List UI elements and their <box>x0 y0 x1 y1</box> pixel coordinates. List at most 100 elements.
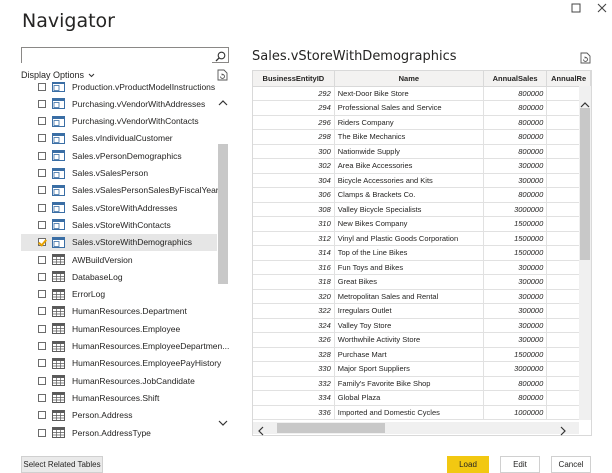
tree-item-label: Sales.vStoreWithContacts <box>72 219 171 230</box>
column-header[interactable]: Name <box>334 71 484 87</box>
tree-item[interactable]: Production.vProductModelInstructions <box>21 82 217 95</box>
tree-item-label: Production.vProductModelInstructions <box>72 82 216 92</box>
cancel-button[interactable]: Cancel <box>551 456 591 473</box>
tree-scrollbar[interactable] <box>217 82 229 438</box>
checkbox[interactable] <box>38 359 46 368</box>
table-row: 302 Area Bike Accessories 300000 <box>253 158 591 174</box>
table-row: 326 Worthwhile Activity Store 300000 <box>253 332 591 348</box>
table-icon <box>52 305 65 317</box>
table-cell: 800000 <box>483 129 548 145</box>
table-cell: Clamps & Brackets Co. <box>334 187 484 203</box>
checkbox[interactable] <box>38 117 46 126</box>
tree-item[interactable]: Sales.vSalesPerson <box>21 165 217 182</box>
tree-item[interactable]: Purchasing.vVendorWithAddresses <box>21 95 217 112</box>
tree-item-label: Sales.vSalesPersonSalesByFiscalYears <box>72 185 223 196</box>
checkbox[interactable] <box>38 220 46 229</box>
table-cell: The Bike Mechanics <box>334 129 484 145</box>
chevron-right-icon[interactable] <box>559 423 567 441</box>
checkbox[interactable] <box>38 290 46 299</box>
tree-item-label: HumanResources.Department <box>72 306 187 317</box>
table-cell: 800000 <box>483 115 548 130</box>
table-cell: Valley Bicycle Specialists <box>334 202 484 217</box>
tree-item-label: Person.Address <box>72 410 133 421</box>
tree-item[interactable]: Sales.vSalesPersonSalesByFiscalYears <box>21 182 223 199</box>
chevron-down-icon[interactable] <box>218 414 228 426</box>
select-related-tables-button[interactable]: Select Related Tables <box>21 456 103 473</box>
tree-item-label: ErrorLog <box>72 289 106 300</box>
tree-item[interactable]: Sales.vStoreWithDemographics <box>21 233 217 251</box>
checkbox[interactable] <box>38 376 46 385</box>
table-cell: Great Bikes <box>334 274 484 290</box>
tree-item[interactable]: Sales.vPersonDemographics <box>21 147 217 164</box>
checkbox[interactable] <box>38 151 46 160</box>
checkbox[interactable] <box>38 411 46 420</box>
checkbox[interactable] <box>38 82 46 91</box>
tree-item[interactable]: HumanResources.EmployeePayHistory <box>21 355 221 372</box>
grid-horizontal-thumb[interactable] <box>277 423 385 433</box>
checkbox[interactable] <box>38 307 46 316</box>
tree-item[interactable]: Sales.vStoreWithAddresses <box>21 199 217 216</box>
load-button[interactable]: Load <box>447 456 489 473</box>
search-icon[interactable] <box>215 49 226 67</box>
chevron-left-icon[interactable] <box>257 423 265 441</box>
checkbox[interactable] <box>38 272 46 281</box>
tree-item[interactable]: Sales.vStoreWithContacts <box>21 216 217 233</box>
grid-vertical-scrollbar[interactable] <box>579 86 591 420</box>
close-icon[interactable] <box>596 2 608 14</box>
tree-item[interactable]: HumanResources.Shift <box>21 389 217 406</box>
grid-horizontal-scrollbar[interactable] <box>253 422 579 436</box>
column-header[interactable]: AnnualSales <box>483 71 548 87</box>
column-header[interactable]: BusinessEntityID <box>253 71 335 87</box>
tree-item[interactable]: Person.AddressType <box>21 424 217 438</box>
view-icon <box>52 115 65 127</box>
display-options-dropdown[interactable]: Display Options <box>21 70 95 80</box>
chevron-up-icon[interactable] <box>580 96 590 108</box>
search-input[interactable] <box>22 51 212 65</box>
tree-item[interactable]: Person.Address <box>21 407 217 424</box>
checkbox[interactable] <box>38 428 46 437</box>
checkbox[interactable] <box>38 324 46 333</box>
tree-item[interactable]: Purchasing.vVendorWithContacts <box>21 113 217 130</box>
tree-item[interactable]: AWBuildVersion <box>21 251 217 268</box>
grid-vertical-thumb[interactable] <box>580 108 590 260</box>
table-cell: 300000 <box>483 158 548 174</box>
checkbox[interactable] <box>38 186 46 195</box>
checkbox[interactable] <box>38 255 46 264</box>
table-row: 310 New Bikes Company 1500000 <box>253 216 591 232</box>
refresh-icon[interactable] <box>580 51 591 69</box>
checkbox[interactable] <box>38 203 46 212</box>
table-cell: Bicycle Accessories and Kits <box>334 173 484 188</box>
tree-item[interactable]: HumanResources.JobCandidate <box>21 372 217 389</box>
tree-item[interactable]: Sales.vIndividualCustomer <box>21 130 217 147</box>
tree-item[interactable]: ErrorLog <box>21 286 217 303</box>
checkbox[interactable] <box>38 169 46 177</box>
preview-title: Sales.vStoreWithDemographics <box>252 49 457 64</box>
table-cell: 300000 <box>483 274 548 290</box>
table-cell: 330 <box>253 361 335 377</box>
maximize-icon[interactable] <box>570 2 582 14</box>
checkbox[interactable] <box>38 99 46 108</box>
table-cell: Family's Favorite Bike Shop <box>334 376 484 391</box>
view-icon <box>52 132 65 144</box>
table-row: 314 Top of the Line Bikes 1500000 <box>253 245 591 261</box>
chevron-up-icon[interactable] <box>218 94 228 106</box>
view-icon <box>52 150 65 162</box>
tree-item[interactable]: DatabaseLog <box>21 268 217 285</box>
table-row: 316 Fun Toys and Bikes 300000 <box>253 260 591 275</box>
table-cell: Global Plaza <box>334 390 484 406</box>
search-box[interactable] <box>21 47 229 65</box>
edit-button[interactable]: Edit <box>500 456 540 473</box>
table-icon <box>52 254 65 265</box>
tree-item-label: Sales.vStoreWithDemographics <box>72 237 192 248</box>
checkbox[interactable] <box>38 238 46 247</box>
tree-item[interactable]: HumanResources.EmployeeDepartmen... <box>21 338 229 355</box>
checkbox[interactable] <box>38 393 46 402</box>
table-cell: Major Sport Suppliers <box>334 361 484 377</box>
checkbox[interactable] <box>38 342 46 350</box>
column-header[interactable]: AnnualRe <box>546 71 591 87</box>
checkbox[interactable] <box>38 134 46 143</box>
tree-item[interactable]: HumanResources.Employee <box>21 320 217 337</box>
tree-scroll-thumb[interactable] <box>218 144 228 284</box>
tree-item[interactable]: HumanResources.Department <box>21 303 217 320</box>
table-row: 336 Imported and Domestic Cycles 1000000 <box>253 405 591 420</box>
